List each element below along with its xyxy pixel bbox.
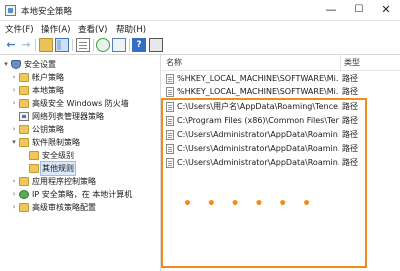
rule-type: 路径 bbox=[342, 116, 358, 125]
menu-bar: 文件(F) 操作(A) 查看(V) 帮助(H) bbox=[0, 21, 400, 36]
rule-type: 路径 bbox=[342, 74, 358, 83]
list-item[interactable]: %HKEY_LOCAL_MACHINE\SOFTWARE\Mi... 路径 bbox=[166, 85, 398, 98]
rule-name: C:\Users\Administrator\AppData\Roamin... bbox=[177, 158, 339, 167]
properties-icon[interactable] bbox=[76, 38, 90, 52]
tree-item-label: IP 安全策略，在 本地计算机 bbox=[32, 190, 133, 199]
folder-icon bbox=[19, 73, 29, 82]
folder-icon bbox=[29, 151, 39, 160]
path-rule-icon bbox=[166, 74, 174, 84]
rule-name: %HKEY_LOCAL_MACHINE\SOFTWARE\Mi... bbox=[177, 87, 339, 96]
tree-item-label: 网络列表管理器策略 bbox=[32, 112, 104, 121]
expand-icon[interactable]: ▾ bbox=[2, 59, 10, 70]
refresh-icon[interactable] bbox=[96, 38, 110, 52]
export-list-icon[interactable] bbox=[112, 38, 126, 52]
forward-icon[interactable]: → bbox=[19, 38, 33, 52]
network-icon bbox=[19, 190, 29, 199]
tree-item-label: 安全级别 bbox=[42, 151, 74, 160]
folder-icon bbox=[19, 177, 29, 186]
list-item[interactable]: C:\Users\用户名\AppData\Roaming\Tence... 路径 bbox=[166, 100, 398, 113]
tree-item-label: 应用程序控制策略 bbox=[32, 177, 96, 186]
column-header-name[interactable]: 名称 bbox=[166, 55, 338, 70]
rule-type: 路径 bbox=[342, 144, 358, 153]
title-bar: 本地安全策略 — ☐ ✕ bbox=[0, 0, 400, 21]
rule-type: 路径 bbox=[342, 102, 358, 111]
rule-name: C:\Users\用户名\AppData\Roaming\Tence... bbox=[177, 102, 339, 111]
menu-view[interactable]: 查看(V) bbox=[78, 23, 107, 35]
list-item[interactable]: C:\Users\Administrator\AppData\Roamin...… bbox=[166, 128, 398, 141]
rule-name: C:\Users\Administrator\AppData\Roamin... bbox=[177, 144, 339, 153]
tree-item-label: 其他规则 bbox=[40, 161, 76, 176]
toolbar-separator bbox=[93, 39, 94, 51]
expand-icon[interactable]: › bbox=[10, 124, 18, 135]
help-icon[interactable]: ? bbox=[132, 38, 146, 52]
menu-action[interactable]: 操作(A) bbox=[41, 23, 70, 35]
folder-icon bbox=[19, 138, 29, 147]
list-item[interactable]: C:\Users\Administrator\AppData\Roamin...… bbox=[166, 142, 398, 155]
expand-icon[interactable]: › bbox=[10, 176, 18, 187]
ellipsis-annotation: • • • • • • bbox=[183, 196, 317, 212]
path-rule-icon bbox=[166, 158, 174, 168]
tree-item-label: 高级审核策略配置 bbox=[32, 203, 96, 212]
maximize-button[interactable]: ☐ bbox=[345, 0, 373, 20]
folder-icon bbox=[19, 203, 29, 212]
console-icon[interactable] bbox=[149, 38, 163, 52]
tree-item-label: 高级安全 Windows 防火墙 bbox=[32, 99, 129, 108]
minimize-button[interactable]: — bbox=[317, 0, 345, 20]
path-rule-icon bbox=[166, 116, 174, 126]
menu-file[interactable]: 文件(F) bbox=[5, 23, 34, 35]
rule-type: 路径 bbox=[342, 130, 358, 139]
up-folder-icon[interactable] bbox=[39, 38, 53, 52]
column-header-type[interactable]: 类型 bbox=[340, 55, 398, 70]
toolbar-separator bbox=[72, 39, 73, 51]
rule-type: 路径 bbox=[342, 87, 358, 96]
tree-item-label: 本地策略 bbox=[32, 86, 64, 95]
rule-type: 路径 bbox=[342, 158, 358, 167]
navigation-tree: ▾ 安全设置 › 帐户策略 › 本地策略 › 高级安全 Windows 防火墙 … bbox=[0, 55, 161, 271]
tree-item-label: 公钥策略 bbox=[32, 125, 64, 134]
list-item[interactable]: C:\Users\Administrator\AppData\Roamin...… bbox=[166, 156, 398, 169]
expand-icon[interactable]: › bbox=[10, 189, 18, 200]
show-hide-tree-icon[interactable] bbox=[55, 38, 69, 52]
expand-icon[interactable]: › bbox=[10, 202, 18, 213]
folder-icon bbox=[19, 86, 29, 95]
tree-item-label: 软件限制策略 bbox=[32, 138, 80, 147]
app-icon bbox=[5, 5, 16, 16]
rule-name: C:\Users\Administrator\AppData\Roamin... bbox=[177, 130, 339, 139]
expand-icon[interactable]: › bbox=[10, 85, 18, 96]
list-item[interactable]: %HKEY_LOCAL_MACHINE\SOFTWARE\Mi... 路径 bbox=[166, 72, 398, 85]
rules-list: 名称 类型 %HKEY_LOCAL_MACHINE\SOFTWARE\Mi...… bbox=[162, 55, 400, 271]
path-rule-icon bbox=[166, 87, 174, 97]
expand-icon[interactable]: › bbox=[10, 98, 18, 109]
expand-icon bbox=[20, 150, 28, 161]
path-rule-icon bbox=[166, 130, 174, 140]
security-settings-icon bbox=[11, 60, 21, 69]
back-icon[interactable]: ← bbox=[4, 38, 18, 52]
expand-icon bbox=[20, 163, 28, 174]
folder-icon bbox=[29, 164, 39, 173]
toolbar-separator bbox=[129, 39, 130, 51]
rule-name: C:\Program Files (x86)\Common Files\Ten.… bbox=[177, 116, 339, 125]
expand-icon[interactable]: › bbox=[10, 72, 18, 83]
window-title: 本地安全策略 bbox=[21, 7, 73, 17]
expand-icon bbox=[10, 111, 18, 122]
folder-icon bbox=[19, 125, 29, 134]
collapse-icon[interactable]: ▾ bbox=[10, 137, 18, 148]
menu-help[interactable]: 帮助(H) bbox=[116, 23, 146, 35]
tree-item-label: 安全设置 bbox=[24, 60, 56, 69]
header-divider bbox=[162, 70, 400, 71]
tree-item-label: 帐户策略 bbox=[32, 73, 64, 82]
policy-icon bbox=[19, 112, 29, 121]
path-rule-icon bbox=[166, 102, 174, 112]
rule-name: %HKEY_LOCAL_MACHINE\SOFTWARE\Mi... bbox=[177, 74, 339, 83]
close-button[interactable]: ✕ bbox=[372, 0, 400, 20]
toolbar-separator bbox=[35, 39, 36, 51]
folder-icon bbox=[19, 99, 29, 108]
path-rule-icon bbox=[166, 144, 174, 154]
list-item[interactable]: C:\Program Files (x86)\Common Files\Ten.… bbox=[166, 114, 398, 127]
toolbar: ← → ? bbox=[0, 36, 400, 55]
